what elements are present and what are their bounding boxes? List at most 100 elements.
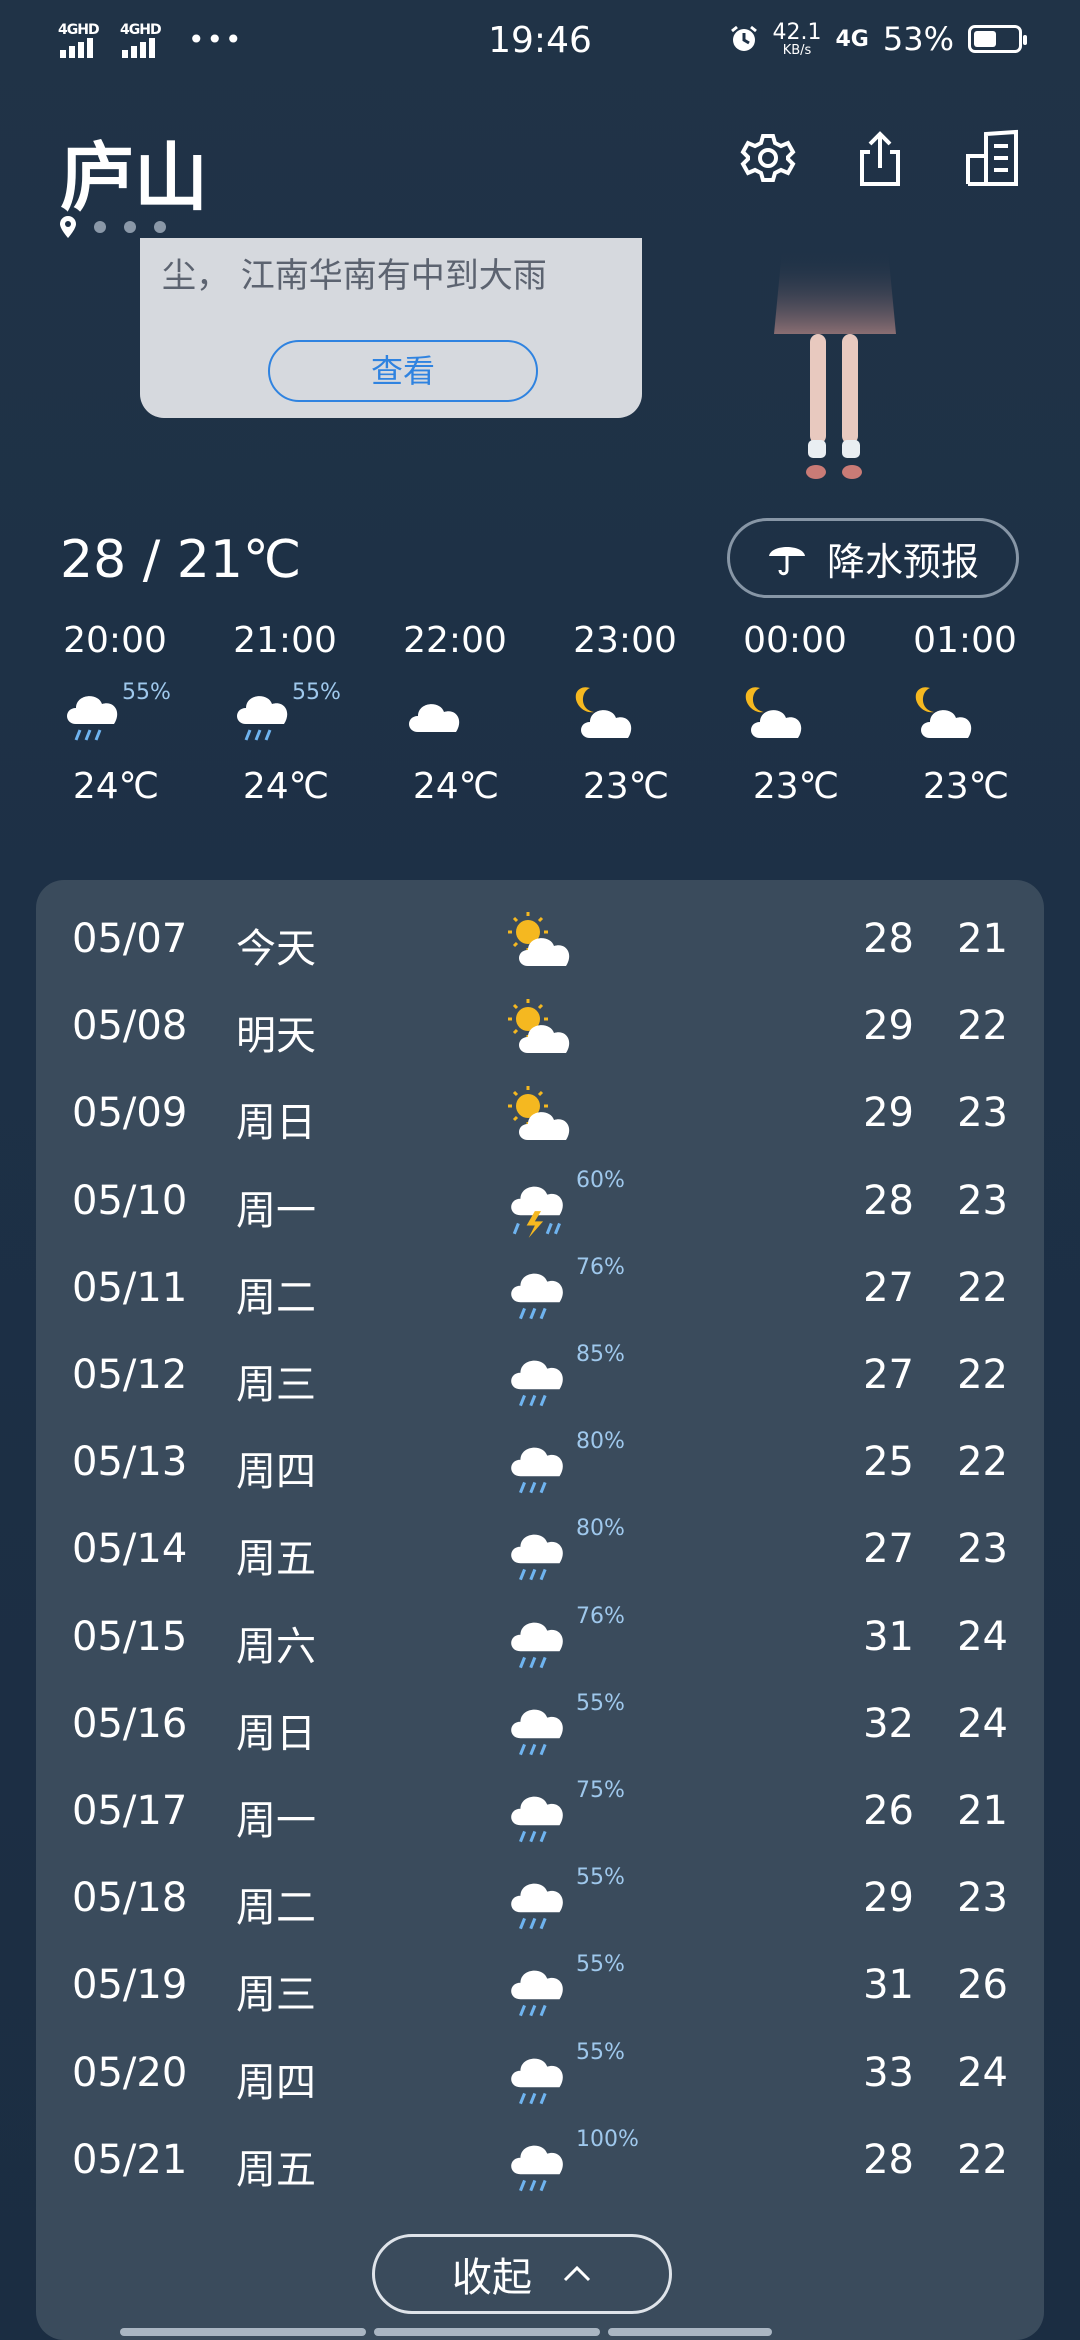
day-high-temp: 25	[863, 1439, 914, 1486]
day-weekday: 周六	[236, 1623, 316, 1670]
alarm-icon	[730, 25, 757, 51]
daily-row[interactable]: 05/21 周五 100% 28 22	[36, 2119, 1044, 2206]
daily-row[interactable]: 05/15 周六 76% 31 24	[36, 1596, 1044, 1683]
network-type: 4G	[835, 26, 869, 52]
daily-row[interactable]: 05/18 周二 55% 29 23	[36, 1857, 1044, 1944]
day-date: 05/14	[72, 1526, 188, 1573]
day-precip-chance: 80%	[576, 1429, 625, 1455]
network-speed: 42.1 KB/s	[772, 19, 822, 58]
day-low-temp: 23	[957, 1875, 1008, 1922]
status-bar: 4GHD 4GHD ••• 19:46 42.1 KB/s 4G 53%	[0, 0, 1080, 84]
day-weekday: 周二	[236, 1885, 316, 1932]
battery-percent: 53%	[882, 20, 954, 58]
hourly-item: 00:00 23℃	[710, 620, 880, 810]
day-date: 05/12	[72, 1352, 188, 1398]
day-date: 05/16	[72, 1700, 188, 1747]
hour-temp: 24℃	[412, 766, 500, 807]
rain-cloud-icon	[504, 2129, 576, 2195]
daily-row[interactable]: 05/19 周三 55% 31 26	[36, 1944, 1044, 2031]
hour-temp: 23℃	[582, 766, 670, 807]
home-indicator	[120, 2328, 772, 2336]
city-manage-icon[interactable]	[964, 128, 1020, 188]
rain-cloud-icon	[504, 1606, 576, 1672]
hourly-item: 22:00 24℃	[370, 620, 540, 810]
daily-row[interactable]: 05/11 周二 76% 27 22	[36, 1247, 1044, 1334]
day-date: 05/11	[72, 1264, 188, 1311]
daily-row[interactable]: 05/13 周四 80% 25 22	[36, 1421, 1044, 1508]
day-precip-chance: 76%	[576, 1254, 625, 1280]
city-name[interactable]: 庐山	[60, 118, 208, 225]
precipitation-forecast-button[interactable]: 降水预报	[727, 518, 1019, 598]
umbrella-icon	[768, 547, 805, 576]
hour-precip-chance: 55%	[292, 680, 341, 705]
today-temp-range: 28 / 21℃	[60, 530, 302, 590]
hour-time: 22:00	[403, 620, 507, 661]
daily-row[interactable]: 05/08 明天 29 22	[36, 985, 1044, 1072]
collapse-button[interactable]: 收起	[372, 2234, 672, 2314]
weather-alert-popup: 尘， 江南华南有中到大雨 查看	[140, 238, 642, 418]
weather-character-illustration	[774, 250, 896, 479]
day-date: 05/10	[72, 1177, 188, 1224]
day-low-temp: 22	[957, 1264, 1008, 1311]
hour-time: 00:00	[743, 620, 847, 661]
daily-row[interactable]: 05/07 今天 28 21	[36, 898, 1044, 985]
hour-temp: 23℃	[752, 766, 840, 807]
rain-cloud-icon	[504, 1518, 576, 1584]
hourly-item: 01:00 23℃	[880, 620, 1050, 810]
daily-row[interactable]: 05/20 周四 55% 33 24	[36, 2032, 1044, 2119]
day-high-temp: 31	[863, 1613, 914, 1660]
rain-cloud-icon	[504, 2042, 576, 2108]
day-high-temp: 27	[863, 1264, 914, 1311]
page-dot	[154, 221, 166, 233]
day-low-temp: 23	[957, 1526, 1008, 1573]
day-date: 05/09	[72, 1090, 188, 1137]
day-low-temp: 24	[957, 1700, 1008, 1747]
hour-time: 21:00	[233, 620, 337, 661]
cloud-icon	[400, 680, 470, 750]
hour-time: 20:00	[63, 620, 167, 661]
rain-cloud-icon	[60, 680, 130, 750]
day-precip-chance: 60%	[576, 1167, 625, 1193]
day-date: 05/19	[72, 1962, 188, 2009]
day-high-temp: 28	[863, 1177, 914, 1224]
daily-row[interactable]: 05/10 周一 60% 28 23	[36, 1160, 1044, 1247]
day-high-temp: 29	[863, 1003, 914, 1050]
share-icon[interactable]	[852, 128, 908, 188]
moon-cloud-icon	[570, 680, 640, 750]
sun-cloud-icon	[504, 995, 576, 1061]
daily-row[interactable]: 05/14 周五 80% 27 23	[36, 1508, 1044, 1595]
sun-cloud-icon	[504, 1082, 576, 1148]
hour-time: 01:00	[913, 620, 1017, 661]
day-high-temp: 29	[863, 1090, 914, 1137]
moon-cloud-icon	[740, 680, 810, 750]
day-weekday: 周一	[236, 1798, 316, 1844]
day-low-temp: 24	[957, 1613, 1008, 1660]
day-weekday: 周五	[236, 1536, 316, 1583]
battery-icon	[968, 25, 1027, 53]
moon-cloud-icon	[910, 680, 980, 750]
day-high-temp: 27	[863, 1526, 914, 1573]
page-dot	[124, 221, 136, 233]
view-button[interactable]: 查看	[268, 340, 538, 402]
rain-cloud-icon	[504, 1693, 576, 1759]
rain-cloud-icon	[504, 1344, 576, 1410]
daily-row[interactable]: 05/17 周一 75% 26 21	[36, 1770, 1044, 1857]
day-precip-chance: 85%	[576, 1342, 625, 1367]
sun-cloud-icon	[504, 908, 576, 974]
hourly-forecast[interactable]: 20:00 55% 24℃ 21:00 55% 24℃ 22:00 24℃ 23:00 23℃ 00…	[30, 620, 1050, 810]
day-precip-chance: 75%	[576, 1778, 625, 1803]
daily-row[interactable]: 05/16 周日 55% 32 24	[36, 1683, 1044, 1770]
daily-row[interactable]: 05/09 周日 29 23	[36, 1072, 1044, 1159]
day-low-temp: 23	[957, 1177, 1008, 1224]
day-date: 05/20	[72, 2049, 188, 2096]
hour-precip-chance: 55%	[122, 680, 171, 705]
day-date: 05/18	[72, 1875, 188, 1922]
day-date: 05/08	[72, 1003, 188, 1050]
day-precip-chance: 55%	[576, 1865, 625, 1891]
day-weekday: 周日	[236, 1100, 316, 1147]
daily-row[interactable]: 05/12 周三 85% 27 22	[36, 1334, 1044, 1421]
gear-icon[interactable]	[740, 128, 796, 188]
day-weekday: 周三	[236, 1972, 316, 2019]
rain-cloud-icon	[504, 1431, 576, 1497]
hour-temp: 24℃	[242, 766, 330, 807]
